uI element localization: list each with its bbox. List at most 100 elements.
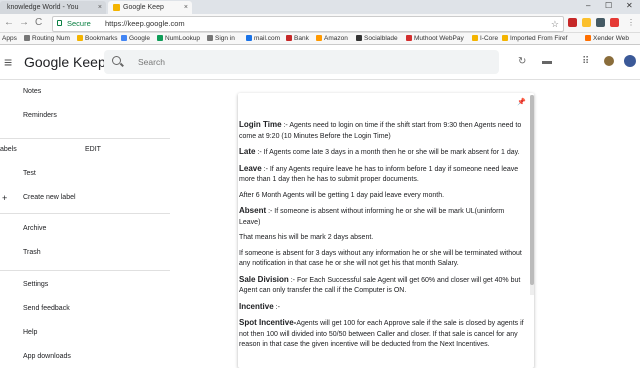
tab-close-icon[interactable]: ×: [184, 1, 188, 14]
note-paragraph: Spot Incentive-Agents will get 100 for e…: [239, 318, 524, 348]
mail-icon: [246, 35, 252, 41]
bookmark-item[interactable]: Xender Web: [585, 33, 629, 44]
bookmark-item[interactable]: Routing Num: [24, 33, 70, 44]
bank-icon: [286, 35, 292, 41]
sidebar-item-label: Send feedback: [23, 305, 70, 312]
note-scrollbar[interactable]: [530, 95, 534, 295]
bookmark-star-icon[interactable]: ☆: [551, 17, 559, 31]
edit-labels-button[interactable]: EDIT: [85, 142, 101, 158]
note-paragraph: Incentive :-: [239, 301, 280, 311]
bookmark-item[interactable]: I-Core: [472, 33, 498, 44]
minimize-button[interactable]: –: [586, 0, 590, 12]
keep-header: ≡ Google Keep Search ↻ ▬ ⠿: [0, 45, 640, 80]
sidebar-item-feedback[interactable]: Send feedback: [0, 301, 170, 317]
secure-label: Secure: [67, 19, 91, 28]
amazon-icon: [316, 35, 322, 41]
note-body[interactable]: Login Time :- Agents need to login on ti…: [239, 120, 527, 356]
notes-area: 📌 Login Time :- Agents need to login on …: [170, 80, 640, 368]
search-placeholder: Search: [138, 57, 165, 67]
extension-icon[interactable]: [582, 18, 591, 27]
sidebar-item-reminders[interactable]: Reminders: [0, 108, 170, 124]
xender-icon: [585, 35, 591, 41]
browser-menu-icon[interactable]: ⋮: [627, 17, 635, 29]
sidebar-item-label: Reminders: [23, 112, 57, 119]
globe-icon: [24, 35, 30, 41]
address-bar: ← → C Secure https://keep.google.com ☆ ⋮: [0, 14, 640, 33]
search-input[interactable]: Search: [104, 50, 499, 74]
tab-title: Google Keep: [123, 4, 164, 11]
sidebar-item-label: Trash: [23, 249, 41, 256]
muthoot-icon: [406, 35, 412, 41]
bookmark-item[interactable]: NumLookup: [157, 33, 200, 44]
url-text[interactable]: https://keep.google.com: [105, 17, 185, 31]
tab-strip: knowledge World - You × Google Keep × – …: [0, 0, 640, 14]
bookmark-item[interactable]: Sign in: [207, 33, 235, 44]
bookmark-item[interactable]: mail.com: [246, 33, 280, 44]
numlookup-icon: [157, 35, 163, 41]
bookmark-item[interactable]: Amazon: [316, 33, 348, 44]
scrollbar-thumb[interactable]: [530, 95, 534, 285]
note-paragraph: Leave :- If any Agents require leave he …: [239, 163, 519, 184]
bookmark-item[interactable]: Bookmarks: [77, 33, 118, 44]
omnibox[interactable]: Secure https://keep.google.com ☆: [52, 16, 564, 32]
tab-close-icon[interactable]: ×: [98, 1, 102, 14]
list-view-icon[interactable]: ▬: [542, 57, 552, 67]
bookmark-item[interactable]: Google: [121, 33, 150, 44]
note-paragraph: Absent :- If someone is absent without i…: [239, 206, 505, 226]
labels-heading-text: abels: [0, 146, 17, 153]
forward-button[interactable]: →: [19, 17, 29, 29]
extension-icon[interactable]: [568, 18, 577, 27]
sidebar-item-label: Create new label: [23, 194, 76, 201]
bookmark-item[interactable]: Socialblade: [356, 33, 398, 44]
back-button[interactable]: ←: [4, 17, 14, 29]
bookmark-item[interactable]: Muthoot WebPay: [406, 33, 464, 44]
sidebar-item-notes[interactable]: Notes: [0, 84, 170, 100]
tab-google-keep[interactable]: Google Keep ×: [108, 1, 192, 14]
sidebar-item-label: Notes: [23, 88, 42, 95]
avatar[interactable]: [624, 55, 636, 67]
signin-icon: [207, 35, 213, 41]
note-card[interactable]: 📌 Login Time :- Agents need to login on …: [238, 93, 534, 368]
maximize-button[interactable]: ☐: [605, 0, 612, 12]
note-paragraph: Late :- If Agents come late 3 days in a …: [239, 147, 520, 156]
sidebar-item-app-downloads[interactable]: App downloads: [0, 349, 170, 365]
bookmark-item[interactable]: Apps: [2, 33, 17, 44]
sidebar-item-create-label[interactable]: + Create new label: [0, 190, 170, 206]
bookmark-item[interactable]: Imported From Firef: [502, 33, 567, 44]
bookmark-item[interactable]: Bank: [286, 33, 309, 44]
note-paragraph: After 6 Month Agents will be getting 1 d…: [239, 191, 445, 199]
notifications-icon[interactable]: [604, 56, 614, 66]
folder-icon: [77, 35, 83, 41]
extension-icon[interactable]: [610, 18, 619, 27]
sidebar: Notes Reminders abels EDIT Test + Create…: [0, 80, 170, 360]
lock-icon: [57, 20, 62, 26]
folder-icon: [472, 35, 478, 41]
sidebar-item-archive[interactable]: Archive: [0, 221, 170, 237]
google-icon: [121, 35, 127, 41]
divider: [0, 270, 170, 271]
app-title: Google Keep: [24, 54, 106, 70]
note-paragraph: That means his will be mark 2 days absen…: [239, 234, 374, 241]
pin-icon[interactable]: 📌: [517, 98, 526, 106]
sidebar-item-settings[interactable]: Settings: [0, 277, 170, 293]
sidebar-item-label: Settings: [23, 281, 49, 288]
main-menu-icon[interactable]: ≡: [4, 55, 12, 69]
note-paragraph: If someone is absent for 3 days without …: [239, 249, 522, 268]
tab-knowledge-world[interactable]: knowledge World - You ×: [0, 1, 106, 14]
refresh-icon[interactable]: ↻: [518, 57, 526, 67]
apps-grid-icon[interactable]: ⠿: [582, 57, 589, 67]
sidebar-item-help[interactable]: Help: [0, 325, 170, 341]
sidebar-item-label: App downloads: [23, 353, 71, 360]
search-icon[interactable]: [112, 56, 121, 65]
tab-title: knowledge World - You: [7, 4, 79, 11]
labels-heading: abels EDIT: [0, 142, 170, 158]
sidebar-item-label: Archive: [23, 225, 47, 232]
folder-icon: [502, 35, 508, 41]
bookmarks-bar: Apps Routing Num Bookmarks Google NumLoo…: [0, 33, 640, 45]
sidebar-item-trash[interactable]: Trash: [0, 245, 170, 261]
extension-icon[interactable]: [596, 18, 605, 27]
sidebar-item-label-test[interactable]: Test: [0, 166, 170, 182]
note-paragraph: Sale Division :- For Each Successful sal…: [239, 274, 521, 295]
reload-button[interactable]: C: [35, 17, 42, 29]
close-window-button[interactable]: ✕: [626, 0, 633, 12]
